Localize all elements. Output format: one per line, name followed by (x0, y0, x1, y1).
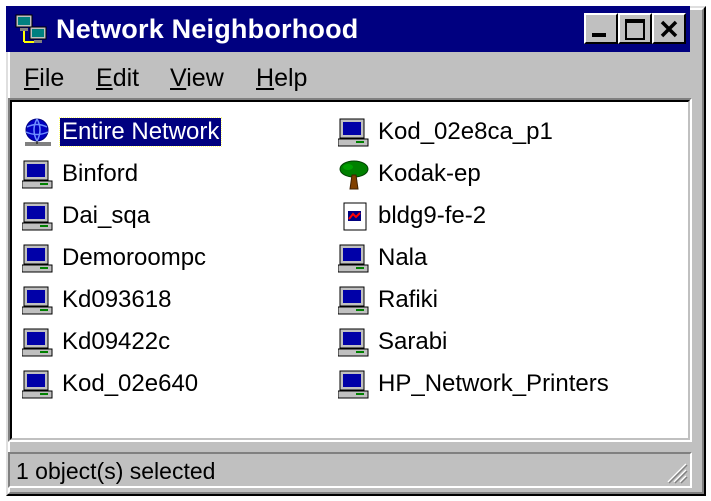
computer-icon (22, 328, 53, 357)
menu-file-label: File (24, 64, 65, 92)
menu-edit-label: Edit (96, 64, 140, 92)
menu-view[interactable]: View (170, 64, 224, 93)
item-label: Binford (62, 160, 139, 187)
close-button[interactable] (652, 13, 686, 44)
document-icon (343, 202, 367, 231)
status-panel: 1 object(s) selected (8, 452, 692, 488)
computer-icon (22, 244, 53, 273)
status-bar: 1 object(s) selected (8, 452, 692, 488)
computer-icon (338, 118, 369, 147)
menu-mnemonic: V (170, 64, 187, 92)
item-label: HP_Network_Printers (378, 370, 609, 397)
maximize-icon (625, 19, 645, 40)
file-list-view[interactable]: Entire Network Binford Dai_sqa Demoroomp… (8, 98, 692, 442)
item-label: Nala (378, 244, 428, 271)
item-label: Demoroompc (62, 244, 207, 271)
globe-network-icon (25, 118, 51, 146)
item-label: bldg9-fe-2 (378, 202, 487, 229)
status-text: 1 object(s) selected (16, 458, 216, 484)
window-title: Network Neighborhood (56, 14, 359, 44)
minimize-icon (592, 33, 606, 37)
item-label: Kod_02e640 (62, 370, 199, 397)
item-label: Rafiki (378, 286, 439, 313)
item-label: Kd09422c (62, 328, 171, 355)
computer-icon (22, 286, 53, 315)
computer-icon (338, 328, 369, 357)
menu-bar: File Edit View Help (6, 56, 690, 96)
item-label: Kd093618 (62, 286, 172, 313)
resize-grip-icon[interactable] (662, 458, 688, 484)
maximize-button[interactable] (618, 13, 652, 44)
network-neighborhood-icon (15, 14, 47, 43)
computer-icon (338, 286, 369, 315)
title-bar[interactable]: Network Neighborhood (6, 6, 690, 52)
item-label: Entire Network (58, 117, 223, 147)
menu-file[interactable]: File (24, 64, 64, 93)
menu-mnemonic: F (24, 64, 40, 92)
minimize-button[interactable] (584, 13, 618, 44)
menu-view-label: View (170, 64, 224, 92)
tree-icon (339, 160, 369, 190)
item-label: Sarabi (378, 328, 448, 355)
menu-help-label: Help (256, 64, 308, 92)
menu-mnemonic: H (256, 64, 275, 92)
close-icon (660, 20, 678, 38)
menu-help[interactable]: Help (256, 64, 307, 93)
computer-icon (22, 370, 53, 399)
item-label: Dai_sqa (62, 202, 151, 229)
item-label: Kod_02e8ca_p1 (378, 118, 553, 145)
menu-edit[interactable]: Edit (96, 64, 139, 93)
computer-icon (338, 244, 369, 273)
menu-mnemonic: E (96, 64, 113, 92)
computer-icon (22, 202, 53, 231)
item-label: Kodak-ep (378, 160, 481, 187)
computer-icon (338, 370, 369, 399)
computer-icon (22, 160, 53, 189)
